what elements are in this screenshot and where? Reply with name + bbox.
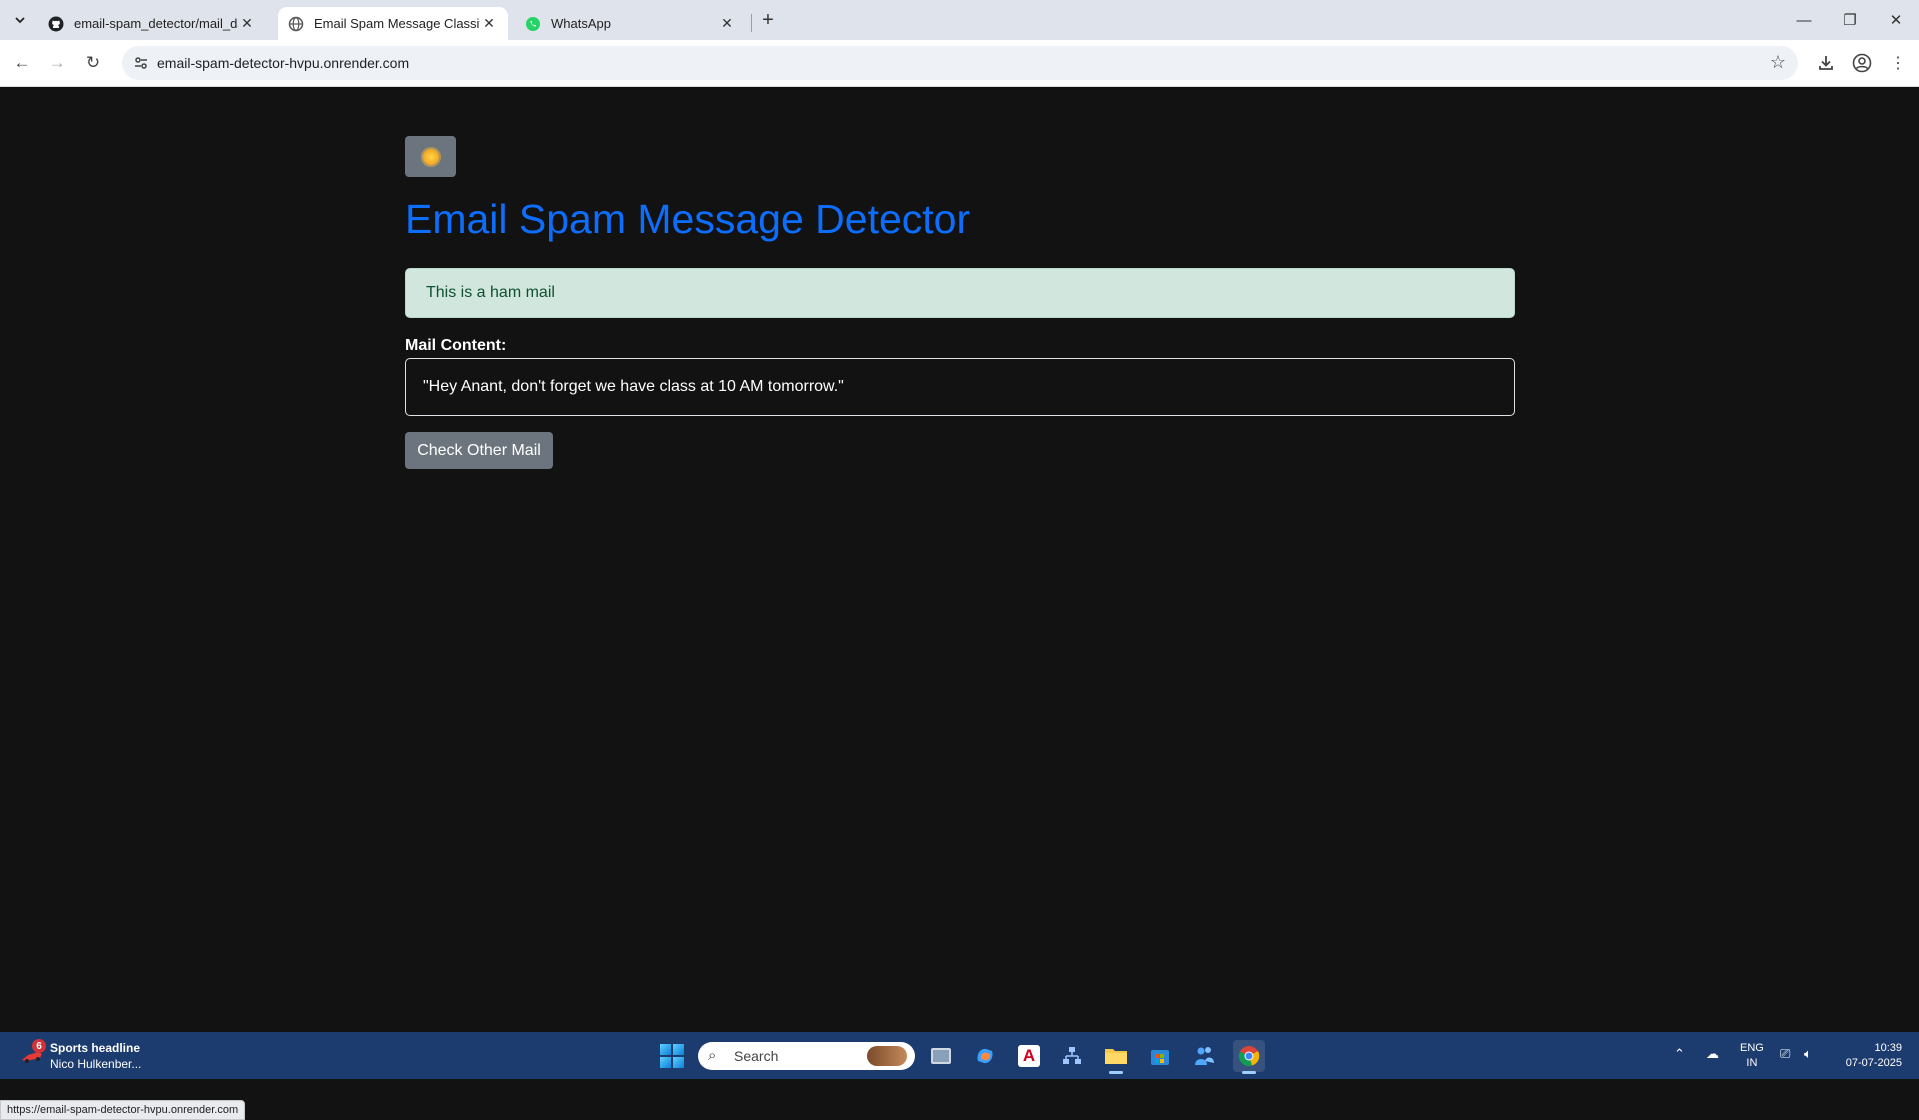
- language-code: ENG: [1740, 1042, 1764, 1054]
- windows-logo-tile: [660, 1044, 671, 1055]
- tab-spam-classifier[interactable]: Email Spam Message Classificat ✕: [278, 7, 508, 40]
- back-button[interactable]: ←: [8, 49, 36, 77]
- tab-search-button[interactable]: [8, 8, 32, 32]
- news-subtitle: Nico Hulkenber...: [50, 1057, 142, 1071]
- arrow-left-icon: ←: [13, 53, 31, 72]
- taskbar-search[interactable]: ⌕ Search: [698, 1042, 915, 1070]
- plus-icon: +: [762, 8, 774, 31]
- close-icon[interactable]: ✕: [480, 15, 498, 33]
- url-text[interactable]: email-spam-detector-hvpu.onrender.com: [157, 55, 409, 71]
- reload-icon: ↻: [85, 53, 101, 72]
- language-indicator[interactable]: ENG IN: [1740, 1041, 1764, 1071]
- people-app-button[interactable]: [1188, 1040, 1220, 1072]
- network-app-button[interactable]: [1056, 1040, 1088, 1072]
- forward-button[interactable]: →: [43, 49, 71, 77]
- copilot-button[interactable]: [969, 1040, 1001, 1072]
- search-label: Search: [734, 1048, 779, 1064]
- people-icon: [1195, 1047, 1214, 1065]
- windows-logo-tile: [660, 1057, 671, 1068]
- date-text: 07-07-2025: [1845, 1057, 1902, 1069]
- close-icon[interactable]: ✕: [238, 15, 256, 33]
- task-view-icon: [931, 1048, 951, 1064]
- status-bubble: https://email-spam-detector-hvpu.onrende…: [0, 1100, 246, 1120]
- start-button[interactable]: [660, 1044, 684, 1068]
- windows-logo-tile: [673, 1044, 684, 1055]
- task-view-button[interactable]: [925, 1040, 957, 1072]
- tab-strip: email-spam_detector/mail_data ✕ Email Sp…: [0, 0, 1919, 40]
- new-tab-button[interactable]: +: [756, 8, 780, 32]
- chevron-up-icon[interactable]: ⌃: [1674, 1046, 1685, 1062]
- whatsapp-icon: [525, 16, 541, 32]
- minimize-icon: —: [1796, 11, 1812, 29]
- windows-logo-tile: [673, 1057, 684, 1068]
- store-button[interactable]: [1144, 1040, 1176, 1072]
- site-info-icon[interactable]: [132, 54, 150, 72]
- tab-label: email-spam_detector/mail_data: [74, 16, 238, 31]
- chrome-icon: [1238, 1046, 1260, 1066]
- tab-separator: [751, 14, 752, 32]
- restore-icon: ❐: [1843, 12, 1857, 29]
- result-alert: This is a ham mail: [405, 268, 1515, 318]
- profile-icon: [1852, 53, 1872, 73]
- tab-github[interactable]: email-spam_detector/mail_data ✕: [38, 7, 266, 40]
- acrobat-icon: A: [1018, 1045, 1040, 1067]
- reload-button[interactable]: ↻: [79, 49, 107, 77]
- region-code: IN: [1746, 1057, 1758, 1069]
- news-widget[interactable]: 6 Sports headline Nico Hulkenber...: [20, 1039, 170, 1073]
- mail-content-field[interactable]: "Hey Anant, don't forget we have class a…: [405, 358, 1515, 416]
- mail-content-label: Mail Content:: [405, 337, 507, 354]
- store-icon: [1151, 1050, 1169, 1065]
- globe-icon: [288, 16, 304, 32]
- tab-whatsapp[interactable]: WhatsApp ✕: [515, 7, 746, 40]
- news-title: Sports headline: [50, 1041, 141, 1055]
- search-highlight-image: [867, 1046, 907, 1066]
- check-other-mail-button[interactable]: Check Other Mail: [405, 432, 553, 469]
- network-icon[interactable]: ⎚: [1780, 1046, 1790, 1062]
- page-title: Email Spam Message Detector: [405, 196, 971, 242]
- close-icon: ✕: [1889, 12, 1903, 29]
- browser-toolbar: ← → ↻ email-spam-detector-hvpu.onrender.…: [0, 40, 1919, 87]
- menu-button[interactable]: ⋮: [1886, 51, 1910, 75]
- clock[interactable]: 10:39 07-07-2025: [1836, 1041, 1902, 1071]
- more-vert-icon: ⋮: [1890, 55, 1906, 72]
- search-icon: ⌕: [708, 1047, 717, 1064]
- page-content: Email Spam Message Detector This is a ha…: [0, 88, 1919, 1120]
- onedrive-offline-icon[interactable]: ☁: [1706, 1046, 1719, 1062]
- acrobat-button[interactable]: A: [1013, 1040, 1045, 1072]
- address-bar[interactable]: email-spam-detector-hvpu.onrender.com ☆: [122, 46, 1798, 80]
- folder-icon: [1105, 1049, 1127, 1064]
- copilot-icon: [977, 1048, 993, 1064]
- bookmark-star-icon[interactable]: ☆: [1770, 52, 1786, 73]
- sun-icon: [422, 148, 439, 165]
- volume-icon[interactable]: 🔈︎: [1804, 1046, 1812, 1062]
- download-icon: [1819, 56, 1833, 70]
- notification-badge: 6: [32, 1039, 46, 1053]
- taskbar: 6 Sports headline Nico Hulkenber... ⌕ Se…: [0, 1032, 1919, 1079]
- close-window-button[interactable]: ✕: [1873, 0, 1919, 40]
- tab-label: WhatsApp: [551, 16, 611, 31]
- chevron-down-icon: [15, 17, 25, 24]
- theme-toggle-button[interactable]: [405, 136, 456, 177]
- time-text: 10:39: [1874, 1042, 1902, 1054]
- close-icon[interactable]: ✕: [718, 15, 736, 33]
- downloads-button[interactable]: [1814, 51, 1838, 75]
- tab-label: Email Spam Message Classificat: [314, 16, 480, 31]
- minimize-button[interactable]: —: [1781, 0, 1827, 40]
- restore-button[interactable]: ❐: [1827, 0, 1873, 40]
- network-diagram-icon: [1063, 1047, 1081, 1064]
- file-explorer-button[interactable]: [1100, 1040, 1132, 1074]
- chrome-button[interactable]: [1233, 1040, 1265, 1074]
- github-icon: [48, 16, 64, 32]
- arrow-right-icon: →: [48, 53, 66, 72]
- profile-button[interactable]: [1850, 51, 1874, 75]
